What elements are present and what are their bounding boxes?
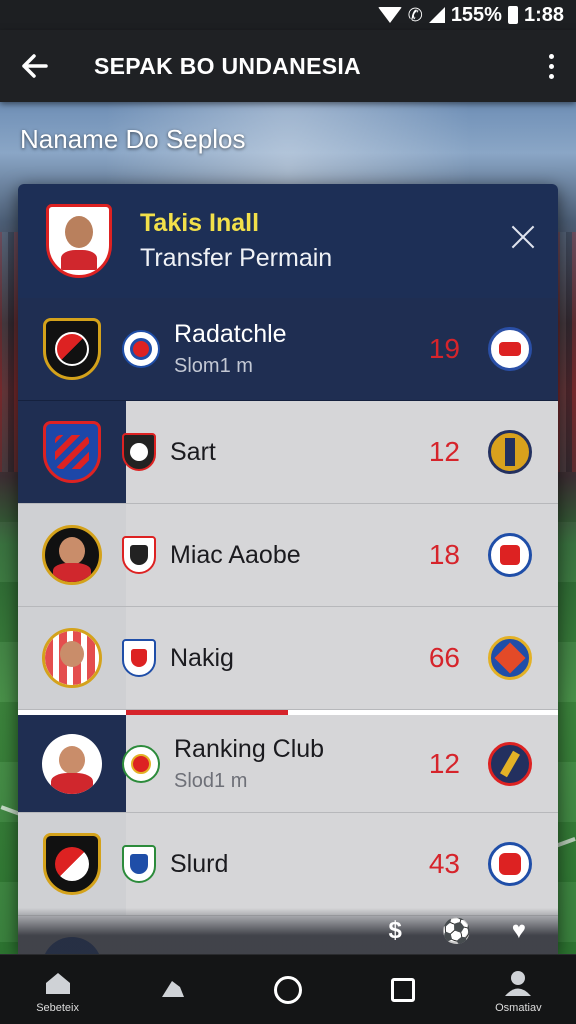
team-logo-icon [122,744,160,783]
row-name: Sart [170,437,216,466]
nav-home-button[interactable] [248,955,328,1024]
dot [548,53,554,59]
row-value: 12 [428,436,460,467]
dot [548,73,554,79]
money-icon[interactable]: $ [389,917,402,945]
app-bar: SEPAK BO UNDANESIA [0,30,576,102]
status-time: 1:88 [523,3,564,26]
battery-percent: 155% [450,3,502,26]
player-crest [46,204,112,278]
section-title: Naname Do Seplos [20,124,246,154]
row-name: Radatchle [174,320,287,348]
row-name: Slurd [170,849,229,878]
bottom-nav-bar: Sebeteix Osmatiav [0,954,576,1024]
status-bar: ✆ 155% 1:88 [0,0,576,30]
club-crest-icon [43,833,101,895]
team-logo-icon [122,433,156,471]
club-badge-icon [488,533,532,577]
back-button[interactable] [0,30,70,102]
team-logo-icon [122,330,160,368]
boot-icon [155,973,191,1007]
player-face [59,745,85,774]
row-subtitle: Slod1 m [174,769,248,792]
club-badge-icon [488,741,532,786]
player-avatar [42,525,102,585]
row-subtitle: Slom1 m [174,355,253,377]
list-item[interactable]: Slurd 43 [18,813,558,916]
team-logo-icon [122,536,156,574]
home-circle-icon [273,975,302,1004]
player-face [60,641,84,667]
club-badge-icon [488,842,532,886]
transfer-panel: Takis Inall Transfer Permain Radatchle S… [18,184,558,954]
vibrate-icon: ✆ [407,4,423,25]
player-shirt [51,772,93,794]
back-arrow-icon [22,54,48,78]
panel-title: Takis Inall [140,209,260,237]
overview-square-icon [391,977,416,1002]
panel-subtitle: Transfer Permain [140,244,333,272]
player-avatar [42,733,102,794]
row-value: 43 [428,848,460,879]
nav-home[interactable]: Sebeteix [18,955,98,1024]
row-value: 66 [428,642,460,673]
nav-label: Sebeteix [36,1001,79,1014]
club-crest-icon [43,421,101,483]
progress-indicator [126,710,288,715]
club-badge-icon [488,636,532,680]
player-face [59,537,85,565]
player-shirt [60,249,98,270]
list-item[interactable]: Miac Aaobe 18 [18,504,558,607]
row-value: 12 [428,747,460,779]
list-item[interactable]: Radatchle Slom1 m 19 [18,298,558,401]
battery-icon [507,6,518,24]
list-item[interactable]: Sart 12 [18,401,558,504]
list-item[interactable]: Nakig 66 [18,607,558,710]
row-name: Ranking Club [174,734,325,763]
club-badge-icon [488,327,532,371]
player-avatar [42,628,102,688]
signal-icon [428,7,445,23]
user-icon [500,966,536,1000]
row-name: Nakig [170,643,234,672]
team-logo-icon [122,845,156,883]
nav-overview-button[interactable] [363,955,443,1024]
floating-actions: $ ⚽ ♥ [18,908,558,954]
row-value: 19 [428,333,460,364]
dot [548,63,554,69]
nav-profile[interactable]: Osmatiav [478,955,558,1024]
row-name: Miac Aaobe [170,540,301,569]
team-logo-icon [122,639,156,677]
close-button[interactable] [510,224,536,250]
nav-label: Osmatiav [495,1001,542,1014]
more-options-button[interactable] [526,30,576,102]
app-title: SEPAK BO UNDANESIA [94,52,361,79]
list-item[interactable]: Ranking Club Slod1 m 12 [18,710,558,813]
club-crest-icon [43,318,101,380]
nav-recent[interactable] [133,955,213,1024]
home-icon [40,966,76,1000]
ball-icon[interactable]: ⚽ [442,917,472,946]
heart-icon[interactable]: ♥ [512,917,526,945]
row-value: 18 [428,539,460,570]
panel-header: Takis Inall Transfer Permain [18,184,558,298]
player-shirt [53,563,91,582]
wifi-icon [377,7,402,23]
player-face [65,216,93,248]
club-badge-icon [488,430,532,474]
